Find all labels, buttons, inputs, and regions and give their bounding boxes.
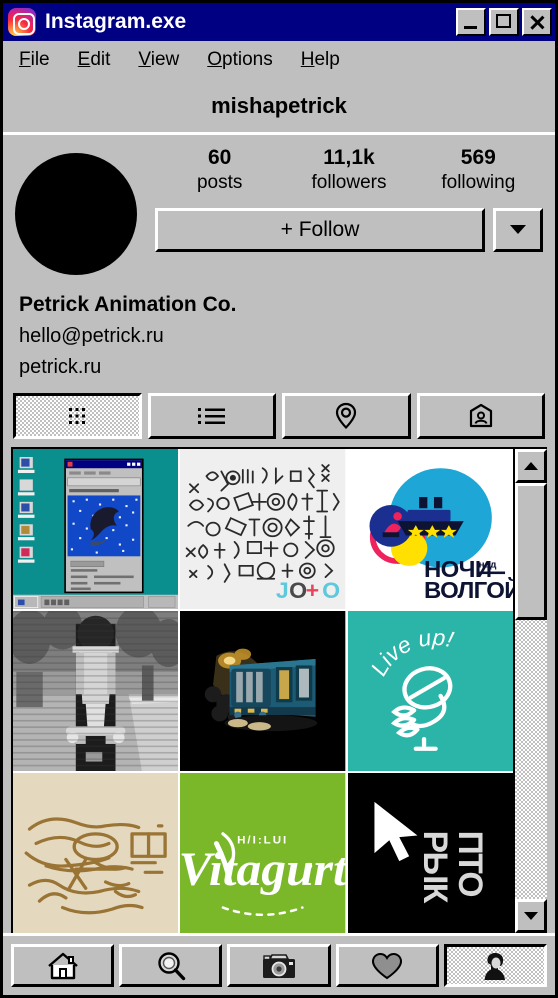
bio-block: Petrick Animation Co. hello@petrick.ru p… <box>3 275 555 393</box>
stat-following-label: following <box>414 171 543 196</box>
stat-posts-label: posts <box>155 171 284 196</box>
list-icon <box>197 405 227 427</box>
svg-text:над: над <box>478 559 497 570</box>
svg-text:O: O <box>289 577 307 603</box>
post-thumbnail-beige-lineart <box>13 773 178 933</box>
arrow-down-icon <box>524 912 538 920</box>
post-tile[interactable] <box>13 773 178 933</box>
post-thumbnail-metro-train <box>180 611 345 771</box>
svg-text:РЫК: РЫК <box>416 830 455 903</box>
instagram-window: Instagram.exe File Edit View Options Hel… <box>0 0 558 998</box>
close-button[interactable] <box>522 8 552 36</box>
person-icon <box>481 951 509 981</box>
menu-item-help[interactable]: Help <box>301 49 340 71</box>
post-tile[interactable]: НОЧИ над ВОЛГОЙ <box>348 449 513 609</box>
scroll-up-button[interactable] <box>515 449 547 483</box>
post-thumbnail-skateboard <box>13 611 178 771</box>
profile-details: 60 posts 11,1k followers 569 following +… <box>137 145 543 275</box>
menu-item-file[interactable]: File <box>19 49 50 71</box>
post-tile[interactable]: Live up! <box>348 611 513 771</box>
heart-icon <box>370 951 404 981</box>
svg-text:Vitagurt: Vitagurt <box>180 842 345 896</box>
chevron-down-icon <box>510 225 526 234</box>
tab-places[interactable] <box>282 393 411 439</box>
post-tile[interactable]: H/I:LUI Vitagurt <box>180 773 345 933</box>
follow-button[interactable]: + Follow <box>155 208 485 252</box>
scrollbar-track[interactable] <box>515 483 547 900</box>
scroll-down-button[interactable] <box>515 899 547 933</box>
tab-list[interactable] <box>148 393 277 439</box>
nav-profile[interactable] <box>444 944 547 987</box>
stat-followers-label: followers <box>284 171 413 196</box>
instagram-logo-icon <box>8 8 36 36</box>
menu-item-options[interactable]: Options <box>207 49 272 71</box>
menu-item-view[interactable]: View <box>138 49 179 71</box>
stats-row: 60 posts 11,1k followers 569 following <box>155 145 543 196</box>
svg-text:O: O <box>323 577 341 603</box>
tab-tagged[interactable] <box>417 393 546 439</box>
window-title: Instagram.exe <box>45 10 186 34</box>
nav-search[interactable] <box>119 944 222 987</box>
post-thumbnail-doodles: J O + O <box>180 449 345 609</box>
post-tile[interactable]: ПТО РЫК <box>348 773 513 933</box>
svg-text:+: + <box>306 577 320 603</box>
nav-likes[interactable] <box>336 944 439 987</box>
stat-following-value: 569 <box>414 145 543 171</box>
posts-grid: J O + O <box>13 449 513 934</box>
stat-following[interactable]: 569 following <box>414 145 543 196</box>
maximize-button[interactable] <box>489 8 519 36</box>
grid-dots-icon <box>66 405 88 427</box>
post-tile[interactable]: J O + O <box>180 449 345 609</box>
title-bar: Instagram.exe <box>3 3 555 41</box>
stat-posts[interactable]: 60 posts <box>155 145 284 196</box>
post-tile[interactable] <box>180 611 345 771</box>
camera-icon <box>260 951 298 981</box>
svg-text:ВОЛГОЙ: ВОЛГОЙ <box>424 576 513 604</box>
post-thumbnail-volga-nights: НОЧИ над ВОЛГОЙ <box>348 449 513 609</box>
post-tile[interactable] <box>13 611 178 771</box>
post-tile[interactable] <box>13 449 178 609</box>
post-thumbnail-cursor-text: ПТО РЫК <box>348 773 513 933</box>
profile-tabs <box>3 393 555 447</box>
posts-grid-area: J O + O <box>11 447 547 934</box>
post-thumbnail-live-up: Live up! <box>348 611 513 771</box>
minimize-button[interactable] <box>456 8 486 36</box>
nav-home[interactable] <box>11 944 114 987</box>
bio-name: Petrick Animation Co. <box>19 289 555 321</box>
location-pin-icon <box>334 402 358 430</box>
menu-item-edit[interactable]: Edit <box>78 49 111 71</box>
svg-text:J: J <box>276 577 289 603</box>
bio-email: hello@petrick.ru <box>19 321 555 352</box>
bottom-navigation <box>3 933 555 995</box>
profile-header: 60 posts 11,1k followers 569 following +… <box>3 135 555 275</box>
tab-grid[interactable] <box>13 393 142 439</box>
stat-followers-value: 11,1k <box>284 145 413 171</box>
follow-row: + Follow <box>155 208 543 252</box>
post-thumbnail-win95-dolphin <box>13 449 178 609</box>
window-controls <box>456 8 552 36</box>
grid-scrollbar[interactable] <box>513 449 547 934</box>
stat-posts-value: 60 <box>155 145 284 171</box>
post-thumbnail-vitagurt: H/I:LUI Vitagurt <box>180 773 345 933</box>
home-icon <box>46 951 80 981</box>
arrow-up-icon <box>524 462 538 470</box>
follow-options-button[interactable] <box>493 208 543 252</box>
page-title: mishapetrick <box>3 79 555 135</box>
tagged-photo-icon <box>468 403 494 429</box>
avatar[interactable] <box>15 153 137 275</box>
stat-followers[interactable]: 11,1k followers <box>284 145 413 196</box>
search-icon <box>155 950 187 982</box>
menu-bar: File Edit View Options Help <box>3 41 555 79</box>
nav-camera[interactable] <box>227 944 330 987</box>
bio-website[interactable]: petrick.ru <box>19 352 555 383</box>
scrollbar-thumb[interactable] <box>515 483 547 620</box>
svg-text:ПТО: ПТО <box>450 830 489 896</box>
